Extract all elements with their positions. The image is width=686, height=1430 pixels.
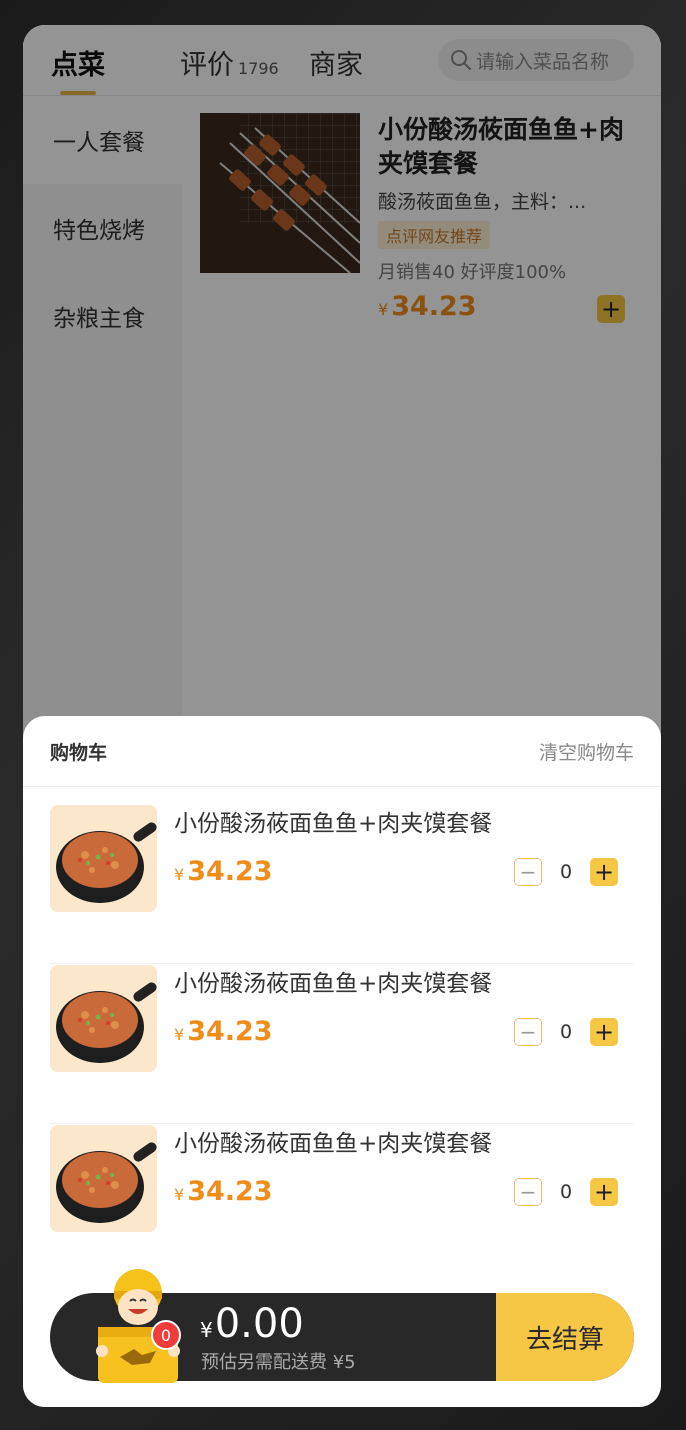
currency-symbol: ¥ (174, 1185, 185, 1204)
cart-count-badge: 0 (151, 1320, 181, 1350)
cart-item-image (50, 805, 157, 912)
increase-button[interactable]: + (590, 858, 618, 886)
delivery-fee-note: 预估另需配送费 ¥5 (201, 1352, 356, 1373)
checkout-button[interactable]: 去结算 (496, 1293, 634, 1381)
quantity-stepper: − 0 + (514, 858, 618, 886)
quantity-value: 0 (559, 1181, 573, 1203)
quantity-stepper: − 0 + (514, 1178, 618, 1206)
increase-button[interactable]: + (590, 1178, 618, 1206)
app-screen: 点菜 评价 1796 商家 请输入菜品名称 一人套餐 特色烧烤 杂粮主食 小份酸… (23, 25, 661, 1407)
cart-item-price: ¥34.23 (174, 1176, 273, 1207)
quantity-value: 0 (559, 1021, 573, 1043)
quantity-stepper: − 0 + (514, 1018, 618, 1046)
cart-item-name: 小份酸汤莜面鱼鱼+肉夹馍套餐 (174, 1131, 493, 1157)
cart-item: 小份酸汤莜面鱼鱼+肉夹馍套餐 ¥34.23 − 0 + (50, 964, 634, 1124)
cart-item-image (50, 965, 157, 1072)
increase-button[interactable]: + (590, 1018, 618, 1046)
currency-symbol: ¥ (200, 1318, 213, 1342)
cart-item: 小份酸汤莜面鱼鱼+肉夹馍套餐 ¥34.23 − 0 + (50, 1124, 634, 1284)
total-value: 0.00 (214, 1301, 304, 1347)
cart-header: 购物车 清空购物车 (23, 716, 661, 787)
cart-item-name: 小份酸汤莜面鱼鱼+肉夹馍套餐 (174, 971, 493, 997)
cart-item-name: 小份酸汤莜面鱼鱼+肉夹馍套餐 (174, 811, 493, 837)
price-value: 34.23 (187, 1016, 273, 1047)
currency-symbol: ¥ (174, 1025, 185, 1044)
price-value: 34.23 (187, 1176, 273, 1207)
clear-cart-button[interactable]: 清空购物车 (539, 738, 634, 765)
price-value: 34.23 (187, 856, 273, 887)
decrease-button[interactable]: − (514, 1178, 542, 1206)
currency-symbol: ¥ (174, 865, 185, 884)
cart-item-image (50, 1125, 157, 1232)
decrease-button[interactable]: − (514, 1018, 542, 1046)
quantity-value: 0 (559, 861, 573, 883)
cart-title: 购物车 (50, 742, 108, 764)
cart-list: 小份酸汤莜面鱼鱼+肉夹馍套餐 ¥34.23 − 0 + 小份酸汤莜面鱼鱼+肉夹馍… (50, 804, 634, 1284)
cart-item-price: ¥34.23 (174, 856, 273, 887)
cart-item: 小份酸汤莜面鱼鱼+肉夹馍套餐 ¥34.23 − 0 + (50, 804, 634, 964)
cart-total: ¥0.00 (200, 1301, 304, 1347)
cart-item-price: ¥34.23 (174, 1016, 273, 1047)
decrease-button[interactable]: − (514, 858, 542, 886)
